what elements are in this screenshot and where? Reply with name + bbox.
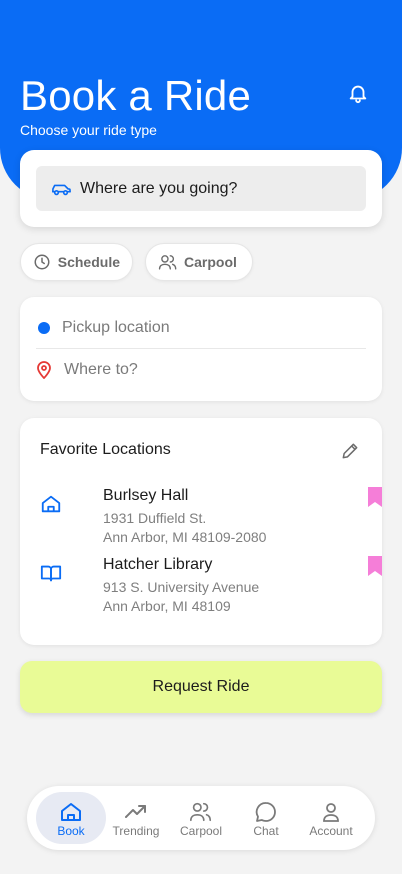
- bookmark-icon[interactable]: [368, 556, 382, 576]
- schedule-label: Schedule: [57, 254, 120, 270]
- tab-carpool[interactable]: Carpool: [168, 792, 234, 844]
- pin-icon: [37, 361, 51, 379]
- request-ride-button[interactable]: Request Ride: [20, 661, 382, 713]
- destination-field[interactable]: Where to?: [36, 345, 366, 395]
- bottom-tab-bar: Book Trending Carpool Chat Account: [27, 786, 375, 850]
- trending-icon: [124, 800, 148, 824]
- clock-icon: [33, 252, 52, 272]
- people-icon: [158, 252, 178, 272]
- bell-icon[interactable]: [345, 80, 371, 106]
- search-placeholder: Where are you going?: [80, 179, 238, 197]
- tab-label: Trending: [112, 824, 160, 838]
- schedule-chip[interactable]: Schedule: [20, 243, 133, 281]
- carpool-label: Carpool: [184, 254, 237, 270]
- destination-placeholder: Where to?: [64, 361, 138, 378]
- tab-label: Chat: [253, 824, 279, 838]
- search-card: Where are you going?: [20, 150, 382, 227]
- tab-account[interactable]: Account: [298, 792, 364, 844]
- favorite-name: Hatcher Library: [103, 556, 213, 573]
- car-icon: [50, 178, 72, 200]
- page-subtitle: Choose your ride type: [20, 122, 157, 138]
- book-icon: [40, 562, 62, 584]
- favorite-address-line2: Ann Arbor, MI 48109-2080: [103, 529, 267, 545]
- tab-label: Book: [57, 824, 85, 838]
- favorites-card: Favorite Locations Burlsey Hall 1931 Duf…: [20, 418, 382, 645]
- pickup-dot-icon: [38, 322, 50, 334]
- favorites-title: Favorite Locations: [40, 441, 171, 458]
- pickup-placeholder: Pickup location: [62, 319, 170, 336]
- favorite-item[interactable]: Burlsey Hall 1931 Duffield St. Ann Arbor…: [40, 487, 382, 551]
- bookmark-icon[interactable]: [368, 487, 382, 507]
- search-input[interactable]: Where are you going?: [36, 166, 366, 211]
- tab-chat[interactable]: Chat: [233, 792, 299, 844]
- favorite-address-line2: Ann Arbor, MI 48109: [103, 598, 231, 614]
- favorite-address-line1: 913 S. University Avenue: [103, 579, 260, 595]
- favorite-item[interactable]: Hatcher Library 913 S. University Avenue…: [40, 556, 382, 620]
- tab-book[interactable]: Book: [36, 792, 106, 844]
- home-icon: [40, 493, 62, 515]
- page-title: Book a Ride: [20, 72, 252, 119]
- account-icon: [319, 800, 343, 824]
- location-card: Pickup location Where to?: [20, 297, 382, 401]
- pencil-icon[interactable]: [340, 440, 362, 462]
- home-icon: [59, 800, 83, 824]
- chat-icon: [254, 800, 278, 824]
- tab-label: Carpool: [179, 824, 223, 838]
- tab-trending[interactable]: Trending: [103, 792, 169, 844]
- people-icon: [189, 800, 213, 824]
- favorite-address-line1: 1931 Duffield St.: [103, 510, 207, 526]
- favorite-name: Burlsey Hall: [103, 487, 189, 504]
- tab-label: Account: [309, 824, 353, 838]
- carpool-chip[interactable]: Carpool: [145, 243, 253, 281]
